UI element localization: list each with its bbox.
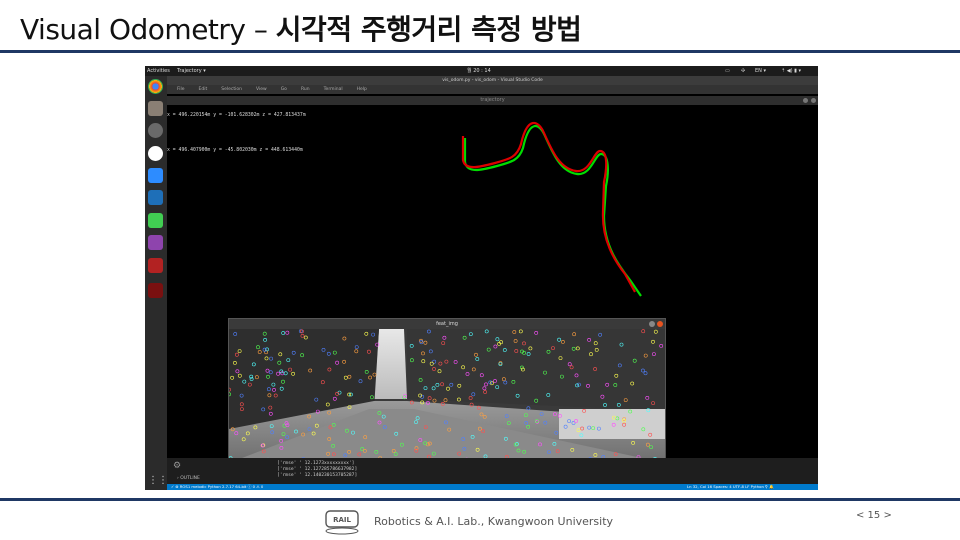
slide-title: Visual Odometry – 시각적 주행거리 측정 방법 <box>20 8 582 48</box>
menu-edit[interactable]: Edit <box>199 87 208 92</box>
rail-logo: RAIL <box>325 510 359 535</box>
logo-text: RAIL <box>333 516 351 524</box>
app-menu[interactable]: Trajectory ▾ <box>177 66 206 76</box>
title-rule <box>0 50 960 53</box>
feat-close-button[interactable] <box>657 321 663 327</box>
outline-section[interactable]: › OUTLINE <box>177 476 200 481</box>
status-left[interactable]: ✓ ⊗ ROS1 melodic Python 2.7.17 64-bit ⓘ … <box>171 484 263 490</box>
gear-icon[interactable]: ⚙ <box>173 461 181 471</box>
terminal-line-2: ['rmse' ' 12.127285786637982] <box>277 467 358 472</box>
files-icon[interactable] <box>148 101 163 116</box>
footer-text: Robotics & A.I. Lab., Kwangwoon Universi… <box>374 515 614 528</box>
slack-icon[interactable] <box>148 146 163 161</box>
terminal-line-1: ['rmse' ' 12.1273xxxxxxxxx'] <box>277 461 355 466</box>
menu-run[interactable]: Run <box>301 87 310 92</box>
zoom-icon[interactable] <box>148 168 163 183</box>
ubuntu-topbar: Activities Trajectory ▾ 월 20 : 14 ▭ ✣ EN… <box>145 66 818 76</box>
menu-file[interactable]: File <box>177 87 185 92</box>
desktop-screenshot: Activities Trajectory ▾ 월 20 : 14 ▭ ✣ EN… <box>145 66 818 490</box>
menu-selection[interactable]: Selection <box>221 87 242 92</box>
slide-title-ko: 시각적 주행거리 측정 방법 <box>275 13 582 46</box>
activities-button[interactable]: Activities <box>147 66 170 76</box>
system-menu-icon[interactable]: ⇡ ◀) ▮ ▾ <box>781 66 801 76</box>
page-number: < 15 > <box>856 510 892 521</box>
feat-minimize-button[interactable] <box>649 321 655 327</box>
feat-img-title: feat_img <box>229 319 665 329</box>
menu-terminal[interactable]: Terminal <box>324 87 343 92</box>
dock: ⋮⋮ <box>145 76 168 490</box>
vscode-titlebar: vis_odom.py - vis_odom - Visual Studio C… <box>167 76 818 85</box>
screencast-icon[interactable]: ▭ <box>725 66 730 76</box>
footer-rule <box>0 498 960 501</box>
apps-grid-icon[interactable]: ⋮⋮ <box>148 474 168 488</box>
menu-help[interactable]: Help <box>357 87 367 92</box>
accessibility-icon[interactable]: ✣ <box>741 66 745 76</box>
estimated-path <box>461 122 636 293</box>
menu-go[interactable]: Go <box>281 87 287 92</box>
menu-view[interactable]: View <box>256 87 267 92</box>
qt-icon[interactable] <box>148 213 163 228</box>
vscode-icon[interactable] <box>148 190 163 205</box>
clock[interactable]: 월 20 : 14 <box>467 66 491 76</box>
slide-title-en: Visual Odometry – <box>20 13 276 46</box>
image-viewer-icon[interactable] <box>148 235 163 250</box>
terminal-icon[interactable] <box>148 258 163 273</box>
vscode-statusbar: ✓ ⊗ ROS1 melodic Python 2.7.17 64-bit ⓘ … <box>167 484 818 490</box>
feature-image <box>229 329 665 463</box>
chrome-icon[interactable] <box>148 79 163 94</box>
vscode-menubar: File Edit Selection View Go Run Terminal Help <box>167 85 818 94</box>
terminal-line-3: ['rmse' ' 12.140230153705287] <box>277 473 358 478</box>
feat-img-window: feat_img <box>228 318 666 464</box>
terminal2-icon[interactable] <box>148 283 163 298</box>
input-lang[interactable]: EN ▾ <box>755 66 766 76</box>
vscode-terminal: ⚙ › OUTLINE ['rmse' ' 12.1273xxxxxxxxx']… <box>167 458 818 484</box>
settings-icon[interactable] <box>148 123 163 138</box>
status-right[interactable]: Ln 32, Col 16 Spaces: 4 UTF-8 LF Python … <box>687 484 774 490</box>
